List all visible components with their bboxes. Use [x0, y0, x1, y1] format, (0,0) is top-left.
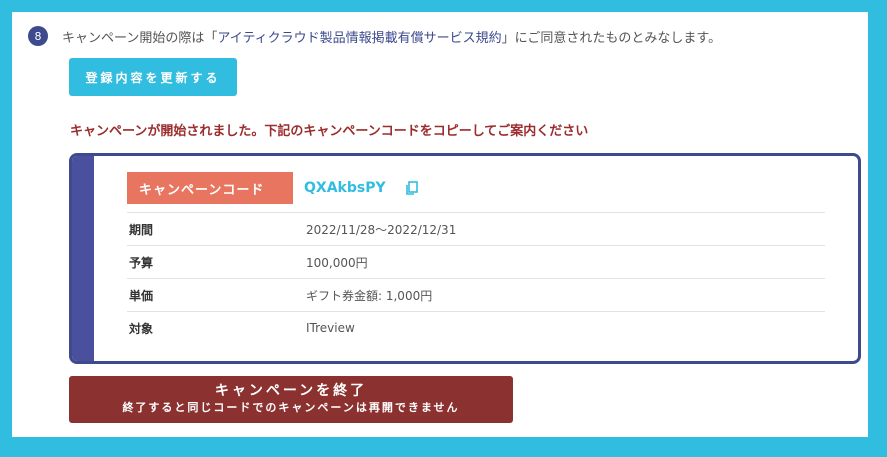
info-value: 100,000円	[306, 255, 368, 270]
info-row-budget: 予算 100,000円	[127, 245, 825, 278]
info-label: 対象	[129, 321, 154, 336]
update-button[interactable]: 登録内容を更新する	[69, 58, 237, 96]
campaign-code-value: QXAkbsPY	[304, 180, 386, 196]
step-number-badge: 8	[28, 26, 48, 46]
card-accent-bar	[72, 156, 94, 361]
info-value: ギフト券金額: 1,000円	[306, 288, 433, 303]
info-row-target: 対象 ITreview	[127, 311, 825, 344]
info-label: 予算	[129, 255, 154, 270]
info-value: 2022/11/28～2022/12/31	[306, 222, 457, 237]
campaign-panel: 8 キャンペーン開始の際は「アイティクラウド製品情報掲載有償サービス規約」にご同…	[12, 12, 868, 437]
terms-notice: キャンペーン開始の際は「アイティクラウド製品情報掲載有償サービス規約」にご同意さ…	[62, 27, 721, 46]
campaign-code-row: キャンペーンコード QXAkbsPY	[127, 172, 420, 204]
end-campaign-title: キャンペーンを終了	[214, 383, 368, 399]
copy-icon[interactable]	[404, 180, 420, 196]
info-value: ITreview	[306, 321, 355, 335]
terms-text-after: 」にご同意されたものとみなします。	[501, 30, 722, 46]
campaign-started-notice: キャンペーンが開始されました。下記のキャンペーンコードをコピーしてご案内ください	[70, 124, 589, 139]
end-campaign-subtitle: 終了すると同じコードでのキャンペーンは再開できません	[122, 401, 460, 414]
campaign-code-label: キャンペーンコード	[127, 172, 293, 204]
terms-text-before: キャンペーン開始の際は「	[62, 30, 218, 46]
info-row-unit-price: 単価 ギフト券金額: 1,000円	[127, 278, 825, 311]
terms-link[interactable]: アイティクラウド製品情報掲載有償サービス規約	[217, 31, 501, 46]
campaign-card: キャンペーンコード QXAkbsPY 期間 2022/11/28～2022/12…	[69, 153, 861, 364]
info-label: 期間	[129, 222, 154, 237]
end-campaign-button[interactable]: キャンペーンを終了 終了すると同じコードでのキャンペーンは再開できません	[69, 376, 513, 423]
info-row-period: 期間 2022/11/28～2022/12/31	[127, 212, 825, 245]
info-label: 単価	[129, 288, 154, 303]
terms-step: 8 キャンペーン開始の際は「アイティクラウド製品情報掲載有償サービス規約」にご同…	[28, 26, 721, 46]
